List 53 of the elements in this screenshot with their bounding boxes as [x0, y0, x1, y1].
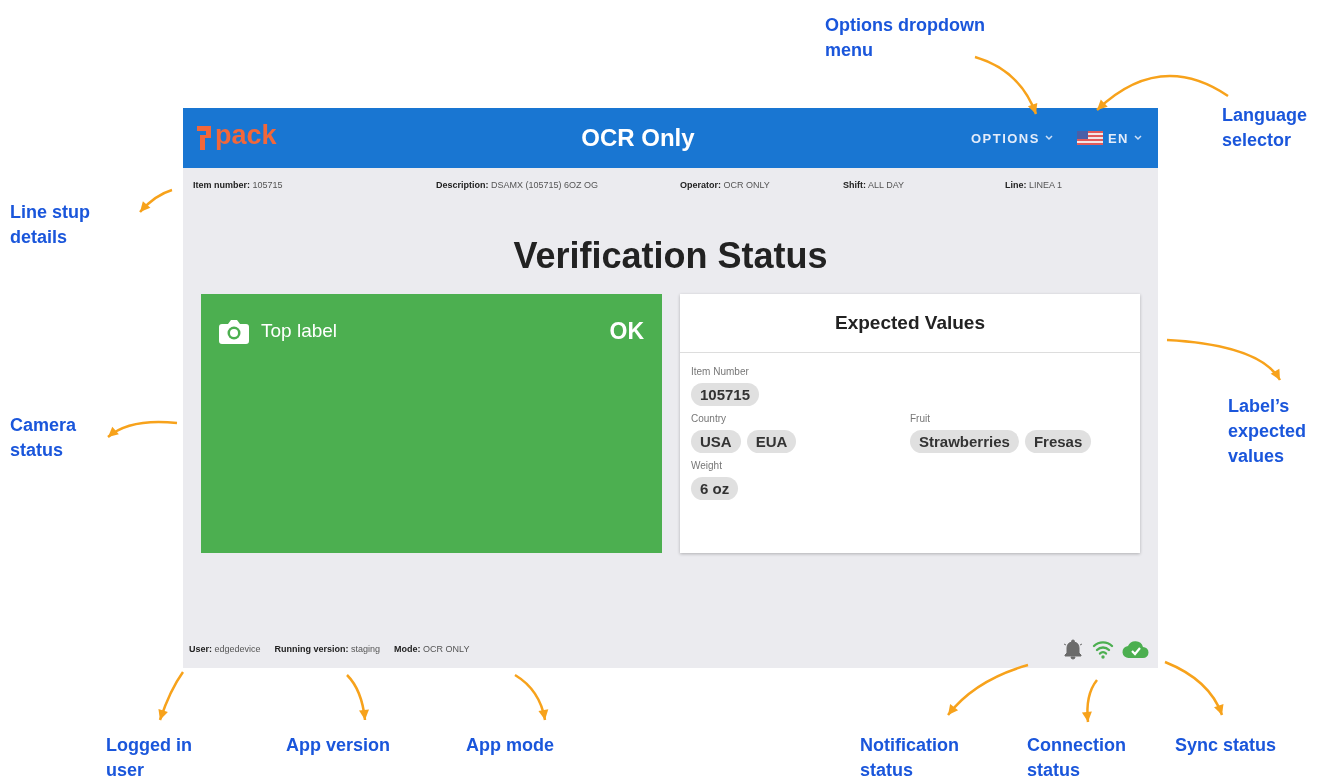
footer-info: Running version: staging	[274, 644, 381, 654]
chevron-icon	[1134, 135, 1142, 141]
callout-arrow	[974, 55, 1038, 115]
annotation-label: App version	[286, 734, 392, 757]
field-label: Weight	[691, 459, 723, 471]
annotation-label: Sync status	[1175, 734, 1278, 757]
callout-arrow	[346, 674, 369, 721]
callout-arrow	[139, 188, 173, 213]
annotation-label: Camera status	[10, 414, 78, 462]
field-label: Item Number	[691, 365, 750, 377]
line-detail: Operator: OCR ONLY	[680, 180, 771, 190]
annotation-label: Line stup details	[10, 201, 91, 249]
options-menu[interactable]: OPTIONS	[968, 126, 1055, 150]
callout-arrow	[514, 673, 549, 721]
value-chip: Fresas	[1024, 429, 1092, 453]
line-detail: Description: DSAMX (105715) 6OZ OG	[436, 180, 600, 190]
logo-text: pack	[215, 121, 277, 149]
annotation-label: Logged in user	[106, 734, 193, 781]
cloud-check-icon[interactable]	[1122, 639, 1150, 659]
value-chip: EUA	[746, 429, 797, 453]
annotation-label: Options dropdown menu	[825, 14, 986, 62]
page-heading: Verification Status	[512, 236, 829, 276]
card-title: Expected Values	[680, 293, 1140, 353]
line-detail: Item number: 105715	[193, 180, 284, 190]
language-selector[interactable]: EN	[1074, 126, 1144, 150]
line-detail: Line: LINEA 1	[1005, 180, 1064, 190]
annotation-label: App mode	[466, 734, 555, 757]
value-chip: 6 oz	[691, 476, 739, 500]
value-chip: Strawberries	[910, 429, 1019, 453]
annotation-label: Connection status	[1027, 734, 1127, 781]
flag-icon	[1076, 131, 1103, 145]
value-chip: USA	[691, 429, 741, 453]
annotation-label: Label’s expected values	[1228, 395, 1308, 468]
chevron-icon	[1044, 135, 1053, 141]
logo-icon	[197, 126, 211, 150]
callout-arrow	[107, 420, 178, 438]
camera-icon	[219, 318, 249, 344]
app-title: OCR Only	[580, 124, 696, 152]
field-label: Country	[691, 412, 727, 424]
footer-info: User: edgedevice	[189, 644, 261, 654]
annotation-label: Notification status	[860, 734, 960, 781]
camera-name: Top label	[261, 320, 339, 343]
annotation-label: Language selector	[1222, 104, 1308, 152]
wifi-icon[interactable]	[1092, 639, 1114, 659]
camera-status: OK	[609, 317, 644, 345]
callout-arrow	[158, 671, 185, 721]
value-chip: 105715	[691, 382, 760, 406]
field-label: Fruit	[910, 412, 931, 424]
line-detail: Shift: ALL DAY	[843, 180, 906, 190]
callout-arrow	[1164, 660, 1224, 716]
bell-icon[interactable]	[1062, 638, 1084, 660]
footer-info: Mode: OCR ONLY	[394, 644, 470, 654]
callout-arrow	[1081, 679, 1098, 723]
